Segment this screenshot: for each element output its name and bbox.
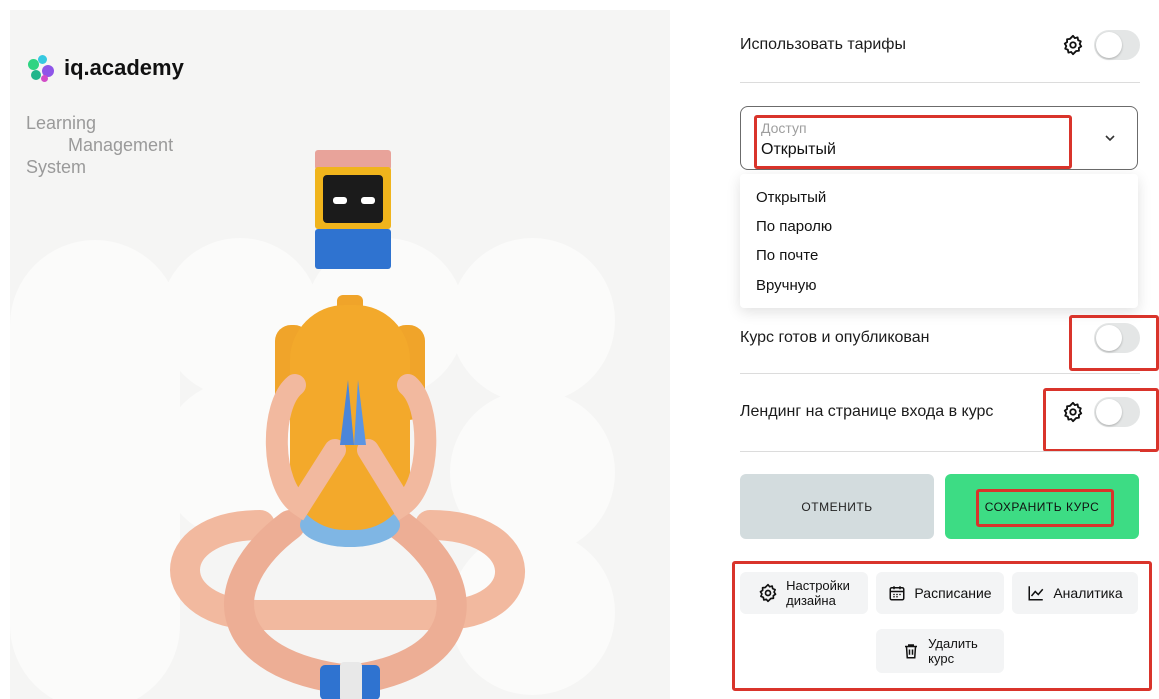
published-row: Курс готов и опубликован (740, 323, 1140, 353)
label-line: курс (928, 651, 955, 666)
gear-icon[interactable] (1062, 34, 1084, 56)
divider (740, 451, 1140, 452)
schedule-label: Расписание (914, 585, 992, 601)
hero-panel: iq.academy Learning Management System (10, 10, 670, 699)
robot-illustration (170, 150, 525, 699)
schedule-button[interactable]: Расписание (876, 572, 1004, 614)
use-tariffs-label: Использовать тарифы (740, 36, 906, 53)
trash-icon (902, 642, 920, 660)
tagline-line: Learning (26, 113, 97, 133)
dropdown-option-open[interactable]: Открытый (756, 189, 826, 206)
calendar-icon (888, 584, 906, 602)
access-select-label: Доступ (761, 120, 807, 136)
published-toggle[interactable] (1094, 323, 1140, 353)
access-select-value: Открытый (761, 141, 836, 158)
design-settings-button[interactable]: Настройки дизайна (740, 572, 868, 614)
gear-icon (758, 583, 778, 603)
landing-label: Лендинг на странице входа в курс (740, 403, 994, 420)
divider (740, 82, 1140, 83)
dropdown-option-email[interactable]: По почте (756, 247, 818, 264)
course-settings-panel: Использовать тарифы Доступ Открытый Откр… (732, 0, 1159, 699)
use-tariffs-toggle[interactable] (1094, 30, 1140, 60)
dropdown-option-password[interactable]: По паролю (756, 218, 832, 235)
landing-toggle[interactable] (1094, 397, 1140, 427)
logo-icon (26, 53, 56, 83)
access-select[interactable]: Доступ Открытый (740, 106, 1138, 170)
delete-course-label: Удалить курс (928, 636, 978, 666)
cancel-button[interactable]: ОТМЕНИТЬ (740, 474, 934, 539)
save-course-label: СОХРАНИТЬ КУРС (984, 499, 1100, 514)
divider (740, 373, 1140, 374)
brand-name: iq.academy (64, 55, 184, 80)
landing-row: Лендинг на странице входа в курс (740, 397, 1140, 427)
label-line: дизайна (786, 593, 836, 608)
label-line: Настройки (786, 578, 850, 593)
use-tariffs-row: Использовать тарифы (740, 30, 1140, 60)
brand-logo[interactable]: iq.academy (26, 53, 184, 83)
analytics-label: Аналитика (1053, 585, 1123, 601)
gear-icon[interactable] (1062, 401, 1084, 423)
published-label: Курс готов и опубликован (740, 329, 930, 346)
analytics-button[interactable]: Аналитика (1012, 572, 1138, 614)
delete-course-button[interactable]: Удалить курс (876, 629, 1004, 673)
access-dropdown-menu: Открытый По паролю По почте Вручную (740, 174, 1138, 308)
design-settings-label: Настройки дизайна (786, 578, 850, 608)
save-course-button[interactable]: СОХРАНИТЬ КУРС (945, 474, 1139, 539)
chevron-down-icon[interactable] (1103, 131, 1117, 145)
dropdown-option-manual[interactable]: Вручную (756, 277, 817, 294)
label-line: Удалить (928, 636, 978, 651)
line-chart-icon (1027, 584, 1045, 602)
